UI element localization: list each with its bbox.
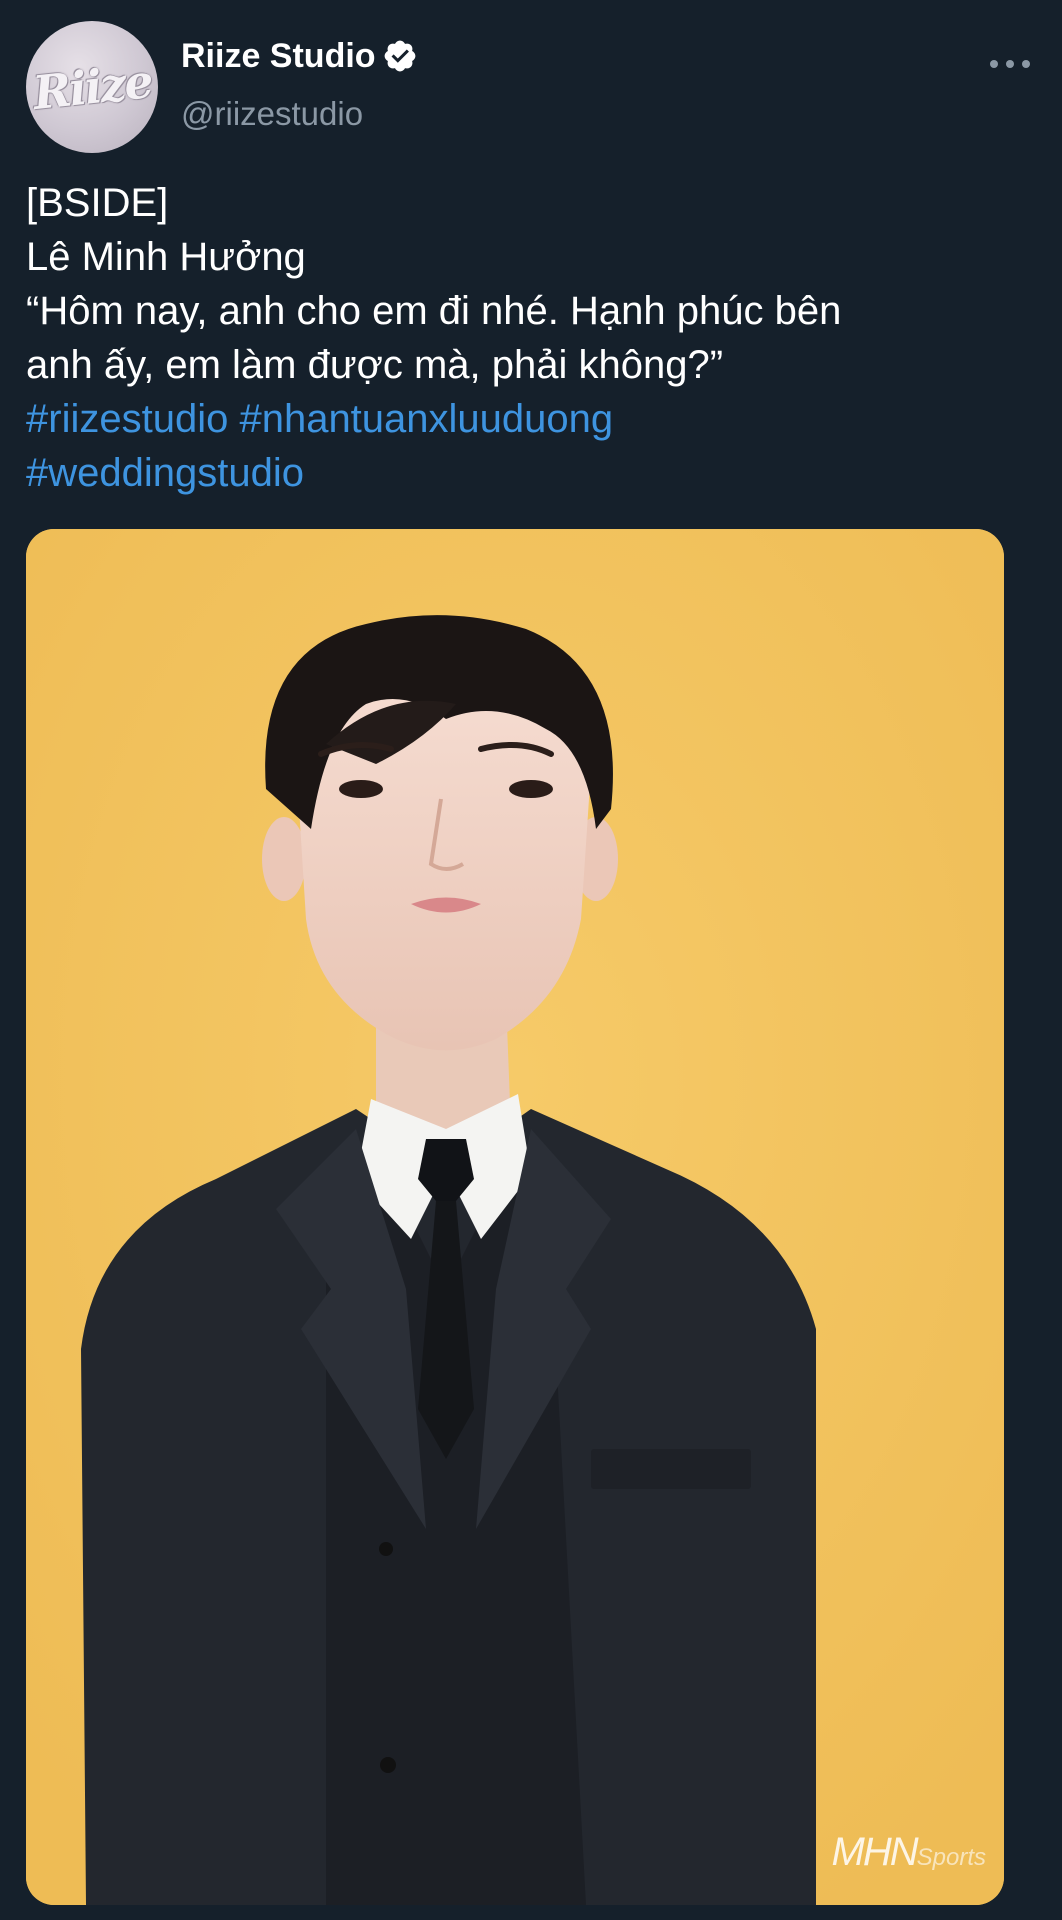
display-name[interactable]: Riize Studio xyxy=(181,34,376,78)
tweet-text-line: “Hôm nay, anh cho em đi nhé. Hạnh phúc b… xyxy=(26,289,842,333)
author-name-row[interactable]: Riize Studio xyxy=(181,34,418,78)
more-options-button[interactable] xyxy=(990,50,1030,78)
watermark-main: MHN xyxy=(831,1830,919,1874)
author-handle[interactable]: @riizestudio xyxy=(181,92,363,136)
hashtag-line: #riizestudio #nhantuanxluuduong xyxy=(26,392,1036,446)
avatar[interactable]: Riize xyxy=(26,21,158,153)
more-dot xyxy=(1022,60,1030,68)
more-horizontal-icon xyxy=(990,60,998,68)
tweet-text-line: anh ấy, em làm được mà, phải không?” xyxy=(26,343,724,387)
watermark-sub: Sports xyxy=(916,1844,986,1871)
tweet-text: [BSIDE] Lê Minh Hưởng “Hôm nay, anh cho … xyxy=(26,176,1036,500)
more-dot xyxy=(1006,60,1014,68)
tweet-photo[interactable]: MHNSports xyxy=(26,529,1004,1905)
hashtag-line: #weddingstudio xyxy=(26,446,1036,500)
photo-watermark: MHNSports xyxy=(832,1830,986,1875)
tweet-text-line: Lê Minh Hưởng xyxy=(26,235,306,279)
hashtag-link[interactable]: #nhantuanxluuduong xyxy=(239,397,613,441)
hashtag-link[interactable]: #riizestudio xyxy=(26,397,228,441)
verified-icon xyxy=(384,40,415,72)
tweet-text-line: [BSIDE] xyxy=(26,181,169,225)
tweet: Riize Riize Studio @riizestudio [BSIDE] … xyxy=(0,0,1062,1920)
hashtag-link[interactable]: #weddingstudio xyxy=(26,451,304,495)
photo-illustration xyxy=(26,529,1004,1905)
avatar-logo: Riize xyxy=(30,53,154,121)
